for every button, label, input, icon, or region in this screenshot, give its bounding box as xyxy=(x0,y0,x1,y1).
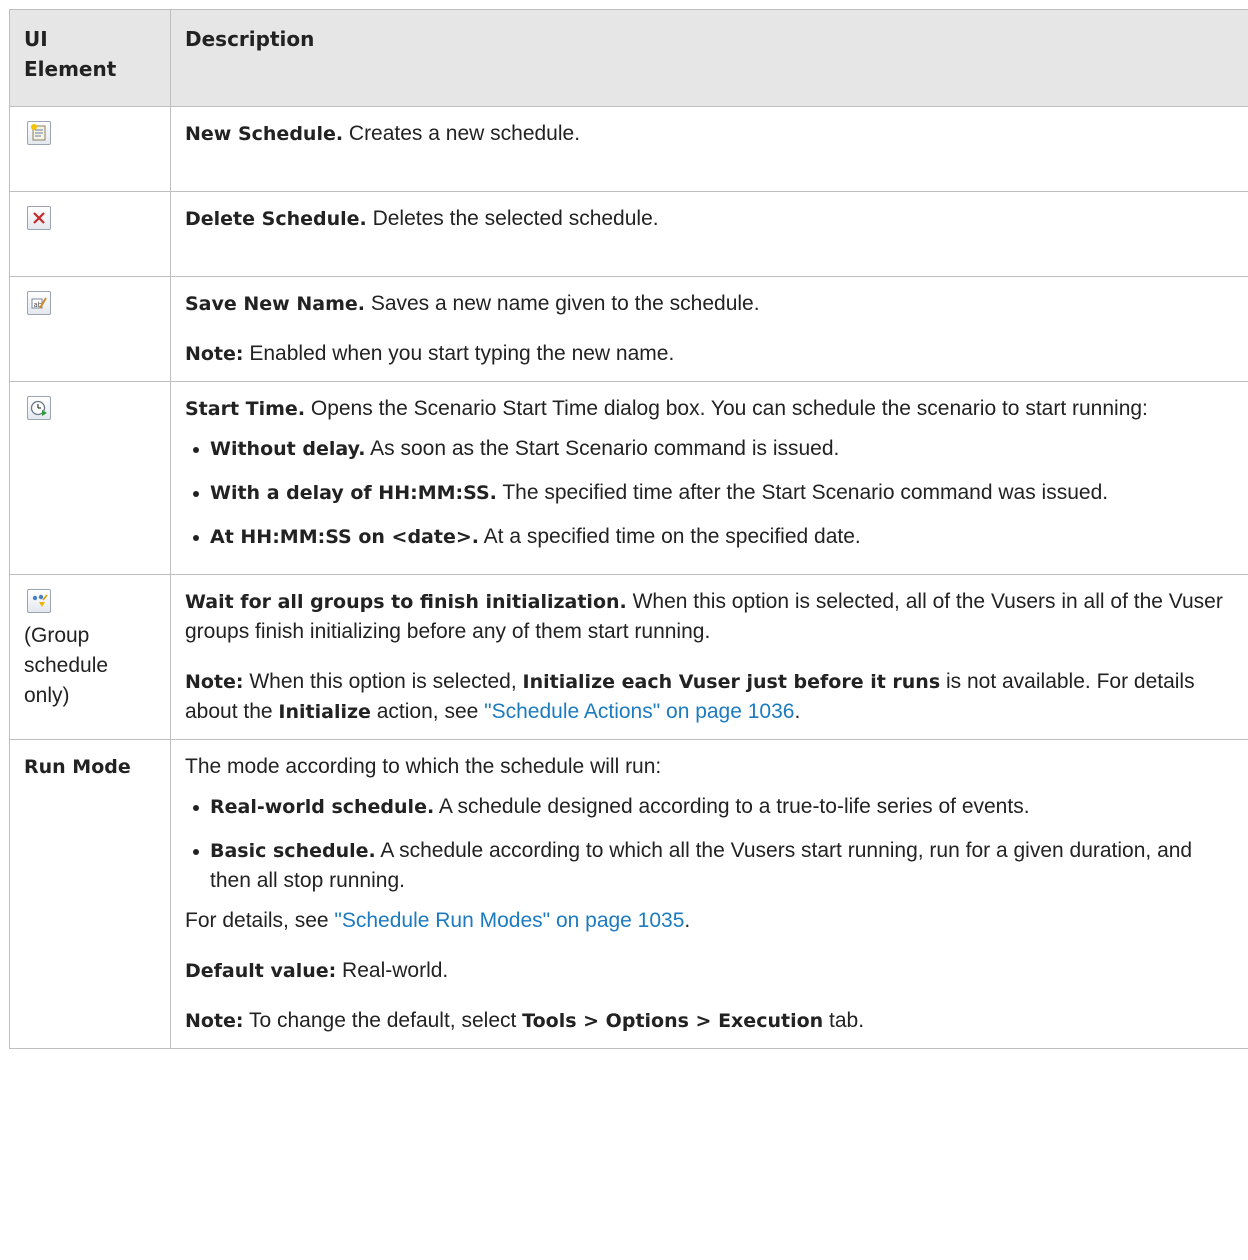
list-item: At HH:MM:SS on <date>. At a specified ti… xyxy=(185,522,1234,552)
schedule-run-modes-link[interactable]: "Schedule Run Modes" on page 1035 xyxy=(334,909,684,932)
header-description: Description xyxy=(170,9,1248,107)
table-row: New Schedule. Creates a new schedule. xyxy=(9,106,1248,192)
run-mode-label: Run Mode xyxy=(24,756,131,778)
description-cell: Start Time. Opens the Scenario Start Tim… xyxy=(170,381,1248,575)
schedule-actions-link[interactable]: "Schedule Actions" on page 1036 xyxy=(484,700,794,723)
description-cell: New Schedule. Creates a new schedule. xyxy=(170,106,1248,192)
description-cell: Save New Name. Saves a new name given to… xyxy=(170,276,1248,382)
run-mode-options-list: Real-world schedule. A schedule designed… xyxy=(185,792,1234,896)
new-schedule-icon xyxy=(27,121,51,145)
table-row: Delete Schedule. Deletes the selected sc… xyxy=(9,191,1248,277)
ui-element-cell: ab xyxy=(9,276,171,382)
ui-element-cell xyxy=(9,191,171,277)
description-cell: Delete Schedule. Deletes the selected sc… xyxy=(170,191,1248,277)
table-header-row: UI Element Description xyxy=(9,9,1248,107)
list-item: Basic schedule. A schedule according to … xyxy=(185,836,1234,896)
ui-element-cell xyxy=(9,106,171,192)
ui-element-cell: (Group schedule only) xyxy=(9,574,171,740)
group-schedule-only-caption: (Group schedule only) xyxy=(24,624,109,707)
description-cell: The mode according to which the schedule… xyxy=(170,739,1248,1049)
table-row: Start Time. Opens the Scenario Start Tim… xyxy=(9,381,1248,575)
ui-element-cell xyxy=(9,381,171,575)
list-item: Real-world schedule. A schedule designed… xyxy=(185,792,1234,822)
start-time-options-list: Without delay. As soon as the Start Scen… xyxy=(185,434,1234,552)
header-ui-element: UI Element xyxy=(9,9,171,107)
rename-icon: ab xyxy=(27,291,51,315)
list-item: Without delay. As soon as the Start Scen… xyxy=(185,434,1234,464)
table-row: (Group schedule only) Wait for all group… xyxy=(9,574,1248,740)
delete-icon xyxy=(27,206,51,230)
wait-init-icon xyxy=(27,589,51,613)
description-cell: Wait for all groups to finish initializa… xyxy=(170,574,1248,740)
table-row: ab Save New Name. Saves a new name given… xyxy=(9,276,1248,382)
ui-element-reference-table: UI Element Description New Schedule. Cre… xyxy=(9,9,1248,1049)
clock-icon xyxy=(27,396,51,420)
list-item: With a delay of HH:MM:SS. The specified … xyxy=(185,478,1234,508)
ui-element-cell: Run Mode xyxy=(9,739,171,1049)
table-row: Run Mode The mode according to which the… xyxy=(9,739,1248,1049)
